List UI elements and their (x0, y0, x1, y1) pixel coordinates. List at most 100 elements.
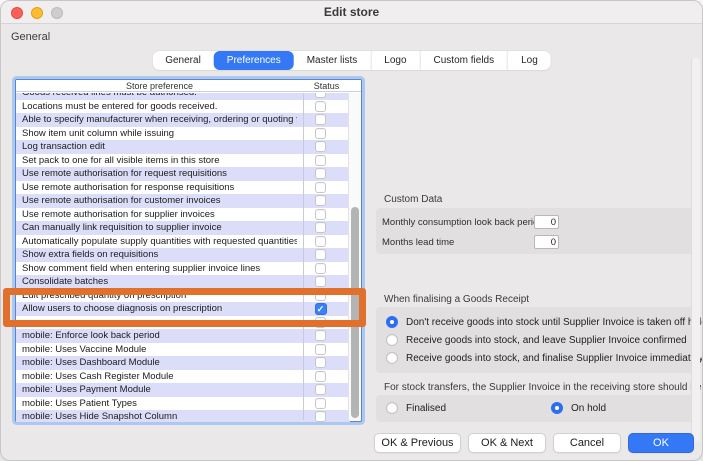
preference-label: mobile: Uses Cash Register Module (16, 371, 297, 382)
table-row[interactable]: Use remote authorisation for response re… (16, 181, 350, 195)
ok-button[interactable]: OK (628, 433, 694, 453)
preference-label: Set pack to one for all visible items in… (16, 155, 297, 166)
stock-transfers-panel: Finalised On hold (376, 395, 696, 422)
table-row[interactable]: mobile: Uses Patient Types (16, 397, 350, 411)
radio-label: Don't receive goods into stock until Sup… (406, 317, 703, 328)
status-checkbox[interactable] (315, 114, 326, 125)
status-checkbox[interactable] (315, 141, 326, 152)
table-row[interactable]: Use remote authorisation for supplier in… (16, 208, 350, 222)
radio-label: Receive goods into stock, and finalise S… (406, 353, 703, 364)
months-lead-time-input[interactable] (534, 235, 559, 249)
status-checkbox[interactable] (315, 93, 326, 98)
window-title: Edit store (1, 5, 702, 19)
custom-data-title: Custom Data (384, 194, 442, 205)
tab-logo[interactable]: Logo (370, 51, 419, 70)
table-row[interactable]: Consolidate batches (16, 275, 350, 289)
tab-preferences[interactable]: Preferences (214, 51, 294, 70)
table-row[interactable]: Log transaction edit (16, 140, 350, 154)
table-row[interactable]: mobile: Uses Dashboard Module (16, 356, 350, 370)
ok-previous-button[interactable]: OK & Previous (374, 433, 461, 453)
column-divider (303, 93, 304, 420)
table-row[interactable]: Automatically populate supply quantities… (16, 235, 350, 249)
status-checkbox[interactable] (315, 155, 326, 166)
table-row[interactable]: mobile: Uses Payment Module (16, 383, 350, 397)
preference-label: Use remote authorisation for customer in… (16, 195, 297, 206)
radio-icon[interactable] (386, 352, 398, 364)
status-checkbox[interactable] (315, 209, 326, 220)
table-row[interactable]: Set pack to one for all visible items in… (16, 154, 350, 168)
table-row[interactable]: mobile: Uses Cash Register Module (16, 370, 350, 384)
preference-label: Log transaction edit (16, 141, 297, 152)
table-row[interactable]: Show extra fields on requisitions (16, 248, 350, 262)
table-row[interactable]: mobile: Enforce look back period (16, 329, 350, 343)
status-checkbox[interactable] (315, 236, 326, 247)
status-checkbox[interactable] (315, 222, 326, 233)
column-header-store-preference[interactable]: Store preference (16, 80, 303, 91)
table-row[interactable]: Can manually link requisition to supplie… (16, 221, 350, 235)
tab-custom-fields[interactable]: Custom fields (420, 51, 508, 70)
tab-general[interactable]: General (152, 51, 214, 70)
radio-selected-icon[interactable] (386, 316, 398, 328)
custom-data-panel: Monthly consumption look back periodMont… (376, 208, 696, 254)
field-label: Months lead time (382, 237, 532, 248)
preference-label: mobile: Uses Hide Snapshot Column (16, 411, 297, 422)
status-checkbox[interactable] (315, 398, 326, 409)
radio-option-don-t-receive-goods-into-stock-until-sup[interactable]: Don't receive goods into stock until Sup… (386, 316, 696, 328)
table-scrollbar[interactable] (348, 93, 361, 420)
status-cell (297, 209, 344, 220)
status-cell (297, 384, 344, 395)
radio-icon[interactable] (386, 402, 398, 414)
table-row[interactable]: Show item unit column while issuing (16, 127, 350, 141)
radio-label: On hold (571, 403, 606, 414)
tab-bar: GeneralPreferencesMaster listsLogoCustom… (152, 51, 551, 70)
tab-log[interactable]: Log (507, 51, 551, 70)
table-row[interactable]: mobile: Uses Hide Snapshot Column (16, 410, 350, 422)
tab-master-lists[interactable]: Master lists (294, 51, 371, 70)
status-checkbox[interactable] (315, 195, 326, 206)
radio-option-on-hold[interactable]: On hold (551, 402, 606, 414)
status-checkbox[interactable] (315, 128, 326, 139)
pane-scrollbar-track[interactable] (691, 58, 700, 441)
status-checkbox[interactable] (315, 168, 326, 179)
status-checkbox[interactable] (315, 411, 326, 422)
status-checkbox[interactable] (315, 276, 326, 287)
status-cell (297, 168, 344, 179)
status-checkbox[interactable] (315, 344, 326, 355)
status-checkbox[interactable] (315, 101, 326, 112)
preference-label: Able to specify manufacturer when receiv… (16, 114, 297, 125)
table-row[interactable]: Use remote authorisation for customer in… (16, 194, 350, 208)
preference-label: mobile: Uses Patient Types (16, 398, 297, 409)
radio-option-finalised[interactable]: Finalised (386, 402, 446, 414)
status-checkbox[interactable] (315, 371, 326, 382)
status-cell (297, 263, 344, 274)
status-checkbox[interactable] (315, 249, 326, 260)
preference-label: Can manually link requisition to supplie… (16, 222, 297, 233)
status-checkbox[interactable] (315, 182, 326, 193)
preference-label: Use remote authorisation for supplier in… (16, 209, 297, 220)
preference-label: mobile: Enforce look back period (16, 330, 297, 341)
table-row[interactable]: mobile: Uses Vaccine Module (16, 343, 350, 357)
radio-label: Finalised (406, 403, 446, 414)
radio-option-receive-goods-into-stock-and-finalise-su[interactable]: Receive goods into stock, and finalise S… (386, 352, 696, 364)
status-cell (297, 411, 344, 422)
custom-data-field: Months lead time (382, 232, 688, 252)
cancel-button[interactable]: Cancel (553, 433, 621, 453)
table-row[interactable]: Able to specify manufacturer when receiv… (16, 113, 350, 127)
table-row[interactable]: Show comment field when entering supplie… (16, 262, 350, 276)
monthly-consumption-look-back-period-input[interactable] (534, 215, 559, 229)
radio-option-receive-goods-into-stock-and-leave-suppl[interactable]: Receive goods into stock, and leave Supp… (386, 334, 696, 346)
ok-next-button[interactable]: OK & Next (468, 433, 546, 453)
status-checkbox[interactable] (315, 330, 326, 341)
status-cell (297, 195, 344, 206)
table-row[interactable]: Locations must be entered for goods rece… (16, 100, 350, 114)
status-checkbox[interactable] (315, 384, 326, 395)
column-header-status[interactable]: Status (303, 80, 350, 91)
status-checkbox[interactable] (315, 263, 326, 274)
radio-selected-icon[interactable] (551, 402, 563, 414)
preferences-table: Store preference Status Goods received l… (15, 79, 362, 422)
status-checkbox[interactable] (315, 357, 326, 368)
radio-icon[interactable] (386, 334, 398, 346)
preference-label: Use remote authorisation for response re… (16, 182, 297, 193)
table-row[interactable]: Use remote authorisation for request req… (16, 167, 350, 181)
highlight-annotation (3, 288, 366, 327)
